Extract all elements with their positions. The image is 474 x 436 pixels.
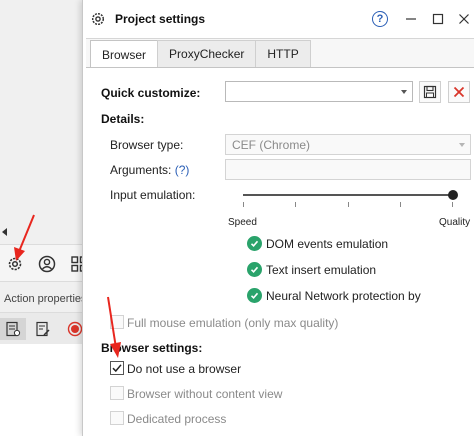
save-disk-icon [423, 85, 437, 99]
annotation-arrow-icon [107, 296, 121, 358]
dedicated-process-checkbox[interactable] [110, 411, 124, 425]
settings-tabs: Browser ProxyChecker HTTP [90, 40, 311, 68]
maximize-button[interactable] [427, 9, 449, 29]
dialog-content: Browser ProxyChecker HTTP Quick customiz… [86, 38, 474, 436]
minimize-button[interactable] [400, 9, 422, 29]
close-button[interactable] [453, 9, 474, 29]
input-emulation-label: Input emulation: [110, 188, 196, 202]
browser-type-label: Browser type: [110, 138, 184, 152]
edit-document-icon[interactable] [30, 318, 56, 340]
check-circle-icon[interactable] [247, 236, 262, 251]
properties-list-icon[interactable] [0, 318, 26, 340]
help-icon[interactable]: ? [372, 11, 388, 27]
arguments-help-link[interactable]: (?) [175, 163, 190, 177]
project-settings-dialog: Project settings ? Browser ProxyChecker … [82, 0, 474, 436]
action-properties-label: Action properties [4, 293, 87, 305]
delete-preset-button[interactable] [448, 81, 470, 103]
full-mouse-emulation-label: Full mouse emulation (only max quality) [127, 316, 339, 330]
settings-gear-icon [90, 11, 106, 27]
quick-customize-dropdown[interactable] [225, 81, 413, 102]
dedicated-process-label: Dedicated process [127, 412, 227, 426]
user-profile-icon[interactable] [38, 255, 56, 273]
chevron-down-icon [401, 90, 407, 94]
tab-proxychecker[interactable]: ProxyChecker [157, 40, 257, 67]
background-panel [0, 344, 90, 436]
dialog-title: Project settings [115, 12, 206, 26]
delete-x-icon [453, 86, 465, 98]
chevron-down-icon [459, 143, 465, 147]
do-not-use-browser-label: Do not use a browser [127, 362, 242, 376]
dialog-titlebar[interactable]: Project settings ? [83, 0, 474, 38]
browser-settings-panel: Quick customize: Details: Browser type: … [86, 67, 474, 436]
browser-without-content-view-checkbox[interactable] [110, 386, 124, 400]
check-circle-icon[interactable] [247, 288, 262, 303]
details-heading: Details: [101, 112, 145, 126]
text-insert-emulation-label: Text insert emulation [266, 263, 377, 277]
annotation-arrow-icon [14, 214, 35, 261]
quick-customize-label: Quick customize: [101, 86, 201, 100]
action-properties-toolbar [0, 312, 90, 344]
neural-network-bypass-label: Neural Network protection bypas [266, 289, 421, 303]
checkmark-icon [112, 364, 122, 373]
save-preset-button[interactable] [419, 81, 441, 103]
slider-max-label: Quality [439, 217, 471, 228]
arguments-label: Arguments: (?) [110, 163, 190, 177]
tab-http[interactable]: HTTP [255, 40, 311, 67]
tab-browser[interactable]: Browser [90, 40, 159, 68]
do-not-use-browser-checkbox[interactable] [110, 361, 124, 375]
arguments-input[interactable] [225, 159, 471, 180]
browser-without-content-view-label: Browser without content view [127, 387, 283, 401]
slider-thumb[interactable] [448, 190, 458, 200]
dom-events-emulation-label: DOM events emulation [266, 237, 389, 251]
scroll-left-arrow-icon[interactable] [2, 228, 7, 236]
check-circle-icon[interactable] [247, 262, 262, 277]
browser-type-select[interactable]: CEF (Chrome) [225, 134, 471, 155]
slider-min-label: Speed [228, 217, 257, 228]
